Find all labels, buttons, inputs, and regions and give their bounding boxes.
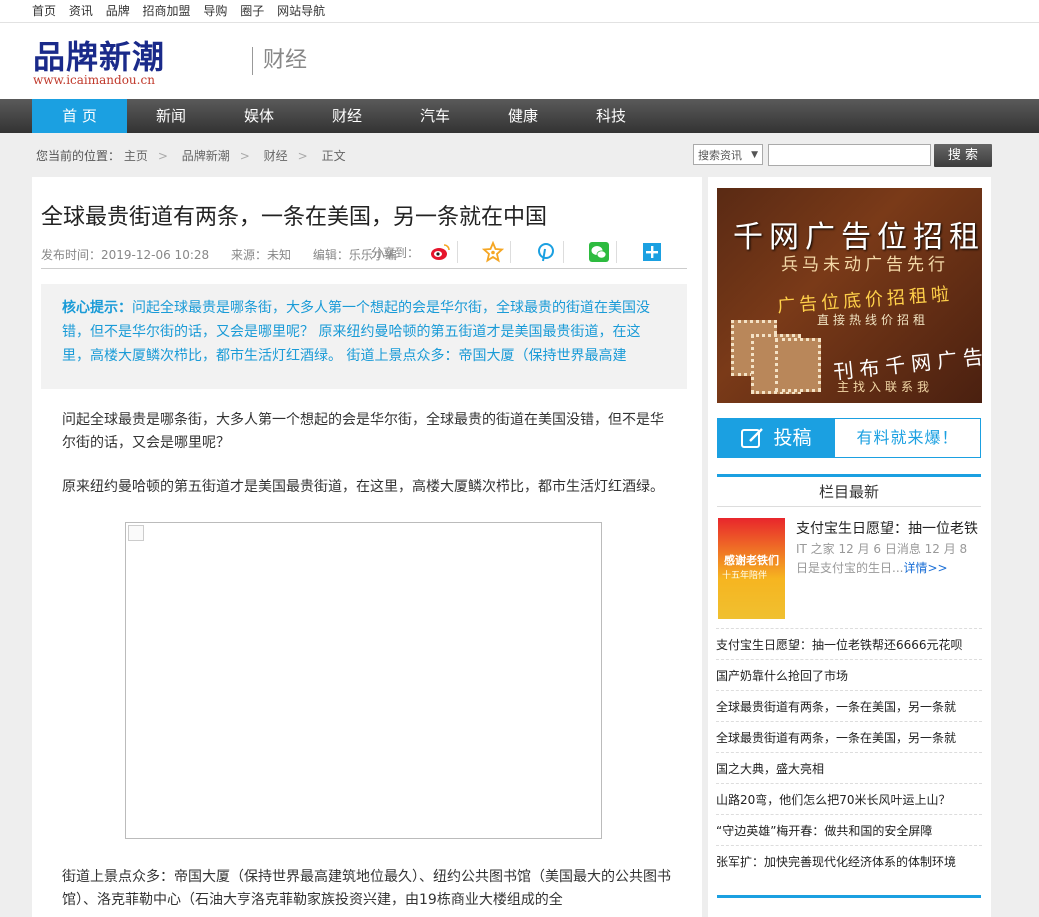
breadcrumb-finance[interactable]: 财经 bbox=[264, 149, 288, 163]
list-item[interactable]: 山路20弯，他们怎么把70米长风叶运上山？ bbox=[716, 791, 982, 808]
site-logo[interactable]: 品牌新潮 www.icaimandou.cn bbox=[33, 39, 165, 87]
search-button[interactable]: 搜 索 bbox=[934, 144, 992, 167]
breadcrumb-current: 正文 bbox=[321, 149, 346, 163]
site-header: 品牌新潮 www.icaimandou.cn 财经 bbox=[0, 23, 1039, 99]
list-divider bbox=[716, 628, 982, 629]
nav-tech[interactable]: 科技 bbox=[567, 99, 655, 133]
search-type-value: 搜索资讯 bbox=[698, 149, 742, 162]
list-item[interactable]: 张军扩：加快完善现代化经济体系的体制环境 bbox=[716, 853, 982, 870]
breadcrumb-separator-icon: > bbox=[157, 149, 168, 163]
broken-image-icon bbox=[128, 525, 144, 541]
top-link-shopping[interactable]: 导购 bbox=[203, 4, 227, 18]
nav-auto[interactable]: 汽车 bbox=[391, 99, 479, 133]
breadcrumb-separator-icon: > bbox=[297, 149, 308, 163]
ad-text: 直接热线价招租 bbox=[817, 313, 930, 327]
pinterest-icon[interactable] bbox=[535, 241, 564, 263]
sidebar: 千网广告位招租 兵马未动广告先行 广告位底价招租啦 直接热线价招租 刊布千网广告… bbox=[708, 177, 991, 917]
summary-box: 核心提示：问起全球最贵是哪条街，大多人第一个想起的会是华尔街，全球最贵的街道在美… bbox=[41, 284, 687, 389]
featured-title[interactable]: 支付宝生日愿望：抽一位老铁 bbox=[796, 518, 982, 538]
logo-title: 品牌新潮 bbox=[33, 38, 166, 76]
article-source: 来源：未知 bbox=[230, 248, 291, 262]
search-type-select[interactable]: 搜索资讯 ▼ bbox=[693, 144, 763, 165]
ad-tagline: 兵马未动广告先行 bbox=[781, 255, 949, 275]
breadcrumb-bar: 您当前的位置： 主页 > 品牌新潮 > 财经 > 正文 搜索资讯 ▼ 搜 索 bbox=[0, 133, 1039, 177]
publish-time: 发布时间：2019-12-06 10:28 bbox=[41, 248, 210, 262]
article-meta: 发布时间：2019-12-06 10:28 来源：未知 编辑：乐乐小编 分享到： bbox=[41, 240, 687, 263]
list-item[interactable]: 全球最贵街道有两条，一条在美国，另一条就 bbox=[716, 698, 982, 715]
featured-thumbnail[interactable]: 感谢老铁们 十五年陪伴 bbox=[718, 518, 785, 619]
top-link-circle[interactable]: 圈子 bbox=[240, 4, 264, 18]
section-top-bar bbox=[717, 895, 981, 898]
nav-finance[interactable]: 财经 bbox=[303, 99, 391, 133]
submit-label: 投稿 bbox=[773, 427, 812, 449]
featured-description: IT 之家 12 月 6 日消息 12 月 8 日是支付宝的生日...详情>> bbox=[796, 540, 982, 578]
section-title: 栏目最新 bbox=[818, 483, 879, 501]
title-divider bbox=[41, 268, 687, 269]
thumbnail-text: 十五年陪伴 bbox=[722, 571, 768, 581]
list-divider bbox=[716, 845, 982, 846]
summary-text: 问起全球最贵是哪条街，大多人第一个想起的会是华尔街，全球最贵的街道在美国没错，但… bbox=[62, 300, 650, 364]
list-item[interactable]: 国之大典，盛大亮相 bbox=[716, 760, 982, 777]
list-item[interactable]: “守边英雄”梅开春：做共和国的安全屏障 bbox=[716, 822, 982, 839]
list-item[interactable]: 支付宝生日愿望：抽一位老铁帮还6666元花呗 bbox=[716, 636, 982, 653]
article-paragraph: 街道上景点众多：帝国大厦（保持世界最高建筑地位最久）、纽约公共图书馆（美国最大的… bbox=[62, 869, 671, 908]
list-item[interactable]: 国产奶靠什么抢回了市场 bbox=[716, 667, 982, 684]
dropdown-arrow-icon: ▼ bbox=[751, 150, 758, 160]
section-top-bar bbox=[717, 474, 981, 477]
top-link-brand[interactable]: 品牌 bbox=[106, 4, 130, 18]
submit-banner[interactable]: 投稿 有料就来爆！ bbox=[717, 418, 981, 458]
thumbnail-text: 感谢老铁们 bbox=[724, 554, 779, 567]
list-divider bbox=[716, 690, 982, 691]
article-title: 全球最贵街道有两条，一条在美国，另一条就在中国 bbox=[41, 205, 548, 230]
summary-label: 核心提示： bbox=[62, 300, 132, 316]
breadcrumb-home[interactable]: 主页 bbox=[124, 149, 148, 163]
breadcrumb-separator-icon: > bbox=[239, 149, 250, 163]
logo-url: www.icaimandou.cn bbox=[33, 73, 155, 87]
top-link-home[interactable]: 首页 bbox=[32, 4, 56, 18]
top-link-news[interactable]: 资讯 bbox=[69, 4, 93, 18]
section-divider bbox=[717, 506, 981, 507]
stamp-decoration bbox=[775, 338, 821, 392]
more-share-icon[interactable] bbox=[641, 241, 669, 263]
nav-home[interactable]: 首 页 bbox=[32, 99, 127, 133]
submit-button[interactable]: 投稿 bbox=[718, 419, 835, 457]
ad-text: 主找入联系我 bbox=[837, 380, 934, 394]
list-divider bbox=[716, 752, 982, 753]
list-divider bbox=[716, 721, 982, 722]
ad-banner[interactable]: 千网广告位招租 兵马未动广告先行 广告位底价招租啦 直接热线价招租 刊布千网广告… bbox=[717, 188, 982, 403]
main-nav: 首 页 新闻 娱体 财经 汽车 健康 科技 bbox=[0, 99, 1039, 133]
edit-icon bbox=[741, 428, 764, 448]
search-input[interactable] bbox=[768, 144, 931, 166]
list-divider bbox=[716, 659, 982, 660]
breadcrumb: 您当前的位置： 主页 > 品牌新潮 > 财经 > 正文 bbox=[36, 147, 346, 164]
top-link-sitemap[interactable]: 网站导航 bbox=[277, 4, 325, 18]
list-item[interactable]: 全球最贵街道有两条，一条在美国，另一条就 bbox=[716, 729, 982, 746]
nav-entertainment[interactable]: 娱体 bbox=[215, 99, 303, 133]
nav-health[interactable]: 健康 bbox=[479, 99, 567, 133]
top-link-franchise[interactable]: 招商加盟 bbox=[143, 4, 191, 18]
breadcrumb-brand[interactable]: 品牌新潮 bbox=[182, 149, 230, 163]
channel-name: 财经 bbox=[252, 47, 307, 75]
article-panel: 全球最贵街道有两条，一条在美国，另一条就在中国 发布时间：2019-12-06 … bbox=[32, 177, 702, 917]
breadcrumb-label: 您当前的位置： bbox=[36, 149, 121, 163]
weibo-icon[interactable] bbox=[429, 241, 458, 263]
list-divider bbox=[716, 814, 982, 815]
details-link[interactable]: 详情>> bbox=[903, 561, 947, 575]
top-links-bar: 首页 资讯 品牌 招商加盟 导购 圈子 网站导航 bbox=[0, 0, 1039, 23]
wechat-icon[interactable] bbox=[588, 241, 617, 263]
favorite-star-icon[interactable] bbox=[481, 240, 511, 263]
list-divider bbox=[716, 783, 982, 784]
submit-slogan: 有料就来爆！ bbox=[856, 428, 959, 447]
nav-news[interactable]: 新闻 bbox=[127, 99, 215, 133]
article-paragraph: 问起全球最贵是哪条街，大多人第一个想起的会是华尔街，全球最贵的街道在美国没错，但… bbox=[62, 412, 664, 451]
share-label: 分享到： bbox=[370, 245, 419, 260]
share-bar: 分享到： bbox=[370, 240, 687, 263]
article-image bbox=[125, 522, 602, 839]
article-paragraph: 原来纽约曼哈顿的第五街道才是美国最贵街道，在这里，高楼大厦鳞次栉比，都市生活灯红… bbox=[62, 479, 664, 495]
